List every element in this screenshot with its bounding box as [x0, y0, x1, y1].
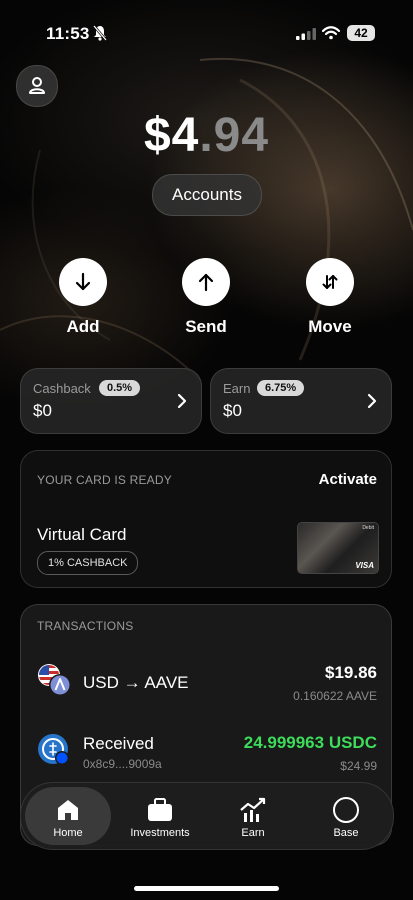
move-label: Move [308, 317, 352, 336]
cellular-signal-icon [296, 28, 316, 40]
status-bar: 11:53 42 [0, 20, 413, 48]
cashback-value: $0 [33, 401, 52, 420]
send-label: Send [185, 317, 227, 336]
send-button[interactable]: Send [166, 258, 246, 337]
person-icon [29, 77, 45, 94]
nav-home-label: Home [53, 827, 83, 839]
transaction-amount: 24.999963 USDC [243, 733, 377, 752]
nav-base-label: Base [333, 827, 359, 839]
nav-earn-label: Earn [241, 827, 265, 839]
transaction-title: USD → AAVE [83, 673, 189, 692]
battery-indicator: 42 [347, 25, 375, 41]
growth-chart-icon [240, 797, 266, 822]
cashback-tag: 1% CASHBACK [37, 551, 139, 575]
move-button[interactable]: Move [290, 258, 370, 337]
arrow-up-icon [198, 273, 214, 292]
transaction-amount: $19.86 [325, 663, 377, 682]
chevron-right-icon [367, 393, 377, 409]
profile-button[interactable] [16, 65, 58, 107]
transaction-row[interactable]: Received 0x8c9....9009a 24.999963 USDC $… [21, 733, 391, 783]
wifi-icon [322, 26, 340, 40]
cashback-rate-badge: 0.5% [99, 380, 141, 396]
nav-base[interactable]: Base [303, 787, 389, 845]
send-circle[interactable] [182, 258, 230, 306]
cashback-card[interactable]: Cashback 0.5% $0 [20, 368, 202, 434]
chevron-right-icon [177, 393, 187, 409]
accounts-button[interactable]: Accounts [152, 174, 262, 216]
earn-card[interactable]: Earn 6.75% $0 [210, 368, 392, 434]
earn-label: Earn [223, 381, 251, 396]
status-time: 11:53 [46, 24, 90, 43]
silent-bell-icon [93, 25, 107, 41]
virtual-card-image[interactable]: Debit VISA [297, 522, 379, 574]
transaction-amount-secondary: $24.99 [340, 759, 377, 773]
nav-home[interactable]: Home [25, 787, 111, 845]
arrow-down-icon [75, 272, 91, 291]
nav-earn[interactable]: Earn [210, 787, 296, 845]
swap-arrows-icon [322, 275, 338, 289]
visa-logo: VISA [355, 561, 374, 570]
add-circle[interactable] [59, 258, 107, 306]
usdc-received-icon [38, 734, 69, 765]
nav-investments-label: Investments [130, 827, 190, 839]
transactions-heading: TRANSACTIONS [37, 619, 134, 633]
nav-investments[interactable]: Investments [117, 787, 203, 845]
transaction-amount-secondary: 0.160622 AAVE [293, 689, 377, 703]
card-type-label: Debit [362, 525, 374, 531]
earn-value: $0 [223, 401, 242, 420]
transaction-row[interactable]: USD → AAVE $19.86 0.160622 AAVE [21, 663, 391, 713]
move-circle[interactable] [306, 258, 354, 306]
transaction-title: Received [83, 734, 154, 753]
transaction-subtitle: 0x8c9....9009a [83, 757, 162, 771]
total-balance: $4.94 [0, 108, 413, 163]
virtual-card-name: Virtual Card [37, 525, 127, 544]
balance-whole: $4 [143, 109, 200, 162]
cashback-label: Cashback [33, 381, 91, 396]
bottom-nav: Home Investments Earn Base [20, 782, 394, 850]
card-ready-panel: YOUR CARD IS READY Activate Virtual Card… [20, 450, 392, 588]
add-button[interactable]: Add [43, 258, 123, 337]
circle-icon [333, 797, 359, 823]
balance-cents: .94 [199, 109, 270, 162]
card-ready-heading: YOUR CARD IS READY [37, 473, 172, 487]
earn-rate-badge: 6.75% [257, 380, 305, 396]
add-label: Add [66, 317, 100, 336]
activate-button[interactable]: Activate [319, 471, 377, 488]
home-indicator[interactable] [134, 886, 279, 891]
usd-aave-pair-icon [38, 664, 71, 696]
briefcase-icon [148, 798, 172, 821]
home-icon [58, 800, 78, 820]
